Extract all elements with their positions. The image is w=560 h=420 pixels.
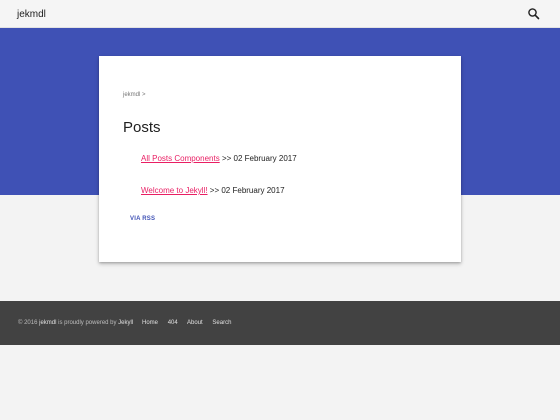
app-bar: jekmdl [0,0,560,28]
breadcrumb-home-link[interactable]: jekmdl [123,92,140,98]
post-link[interactable]: All Posts Components [141,154,220,163]
breadcrumb: jekmdl > [123,92,146,98]
search-icon[interactable] [527,7,541,21]
powered-text: is proudly powered by [58,320,117,326]
page-title: Posts [123,119,161,136]
site-title[interactable]: jekmdl [17,9,46,20]
post-link[interactable]: Welcome to Jekyll! [141,186,208,195]
footer-link-search[interactable]: Search [212,320,231,326]
post-date: 02 February 2017 [221,186,285,195]
rss-link[interactable]: VIA RSS [130,216,155,222]
site-footer: © 2016 jekmdl is proudly powered by Jeky… [0,301,560,345]
footer-link-404[interactable]: 404 [168,320,178,326]
copyright-text: © 2016 [18,320,38,326]
post-list-item: All Posts Components >> 02 February 2017 [141,154,297,163]
footer-link-about[interactable]: About [187,320,203,326]
post-date-separator: >> [221,154,232,163]
footer-copyright: © 2016 jekmdl is proudly powered by Jeky… [18,320,133,326]
powered-by-link[interactable]: Jekyll [118,320,133,326]
footer-nav: Home 404 About Search [142,320,239,326]
footer-author: jekmdl [39,320,57,326]
post-date: 02 February 2017 [233,154,297,163]
content-card: jekmdl > Posts All Posts Components >> 0… [99,56,461,262]
post-date-separator: >> [209,186,220,195]
footer-link-home[interactable]: Home [142,320,158,326]
post-list-item: Welcome to Jekyll! >> 02 February 2017 [141,186,285,195]
breadcrumb-separator: > [142,92,146,98]
